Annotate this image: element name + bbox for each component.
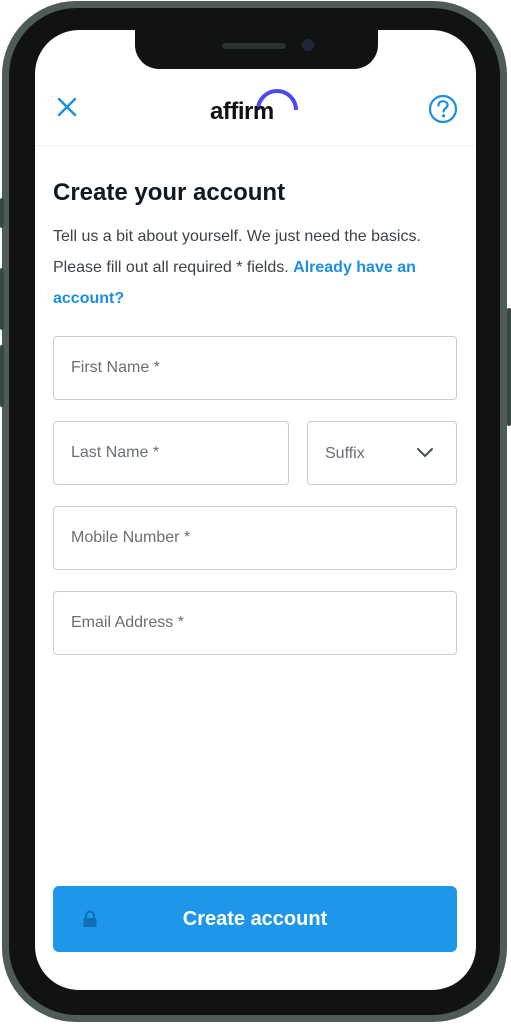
front-camera [302, 39, 314, 51]
lock-icon [83, 910, 97, 927]
power-button [507, 308, 511, 426]
volume-down-button [0, 345, 4, 407]
create-account-label: Create account [182, 908, 328, 930]
first-name-input[interactable] [71, 337, 439, 399]
logo-text: affirm [210, 98, 274, 125]
create-account-button[interactable]: Create account [53, 886, 457, 952]
speaker-grille [222, 43, 286, 49]
suffix-select[interactable]: Suffix [307, 421, 457, 485]
mobile-number-input[interactable] [71, 507, 439, 569]
chevron-down-icon [417, 448, 433, 457]
suffix-selected: Suffix [325, 445, 365, 462]
affirm-logo: affirm [210, 82, 302, 126]
first-name-field[interactable] [53, 336, 457, 400]
page-title: Create your account [53, 179, 286, 206]
email-field[interactable] [53, 591, 457, 655]
silent-switch [0, 198, 4, 228]
header-divider [35, 145, 476, 146]
last-name-input[interactable] [71, 422, 271, 484]
close-icon[interactable] [56, 96, 78, 118]
intro-text: Tell us a bit about yourself. We just ne… [53, 221, 463, 314]
help-icon[interactable] [428, 94, 458, 124]
notch [135, 30, 378, 69]
last-name-field[interactable] [53, 421, 289, 485]
mobile-number-field[interactable] [53, 506, 457, 570]
email-input[interactable] [71, 592, 439, 654]
volume-up-button [0, 268, 4, 330]
